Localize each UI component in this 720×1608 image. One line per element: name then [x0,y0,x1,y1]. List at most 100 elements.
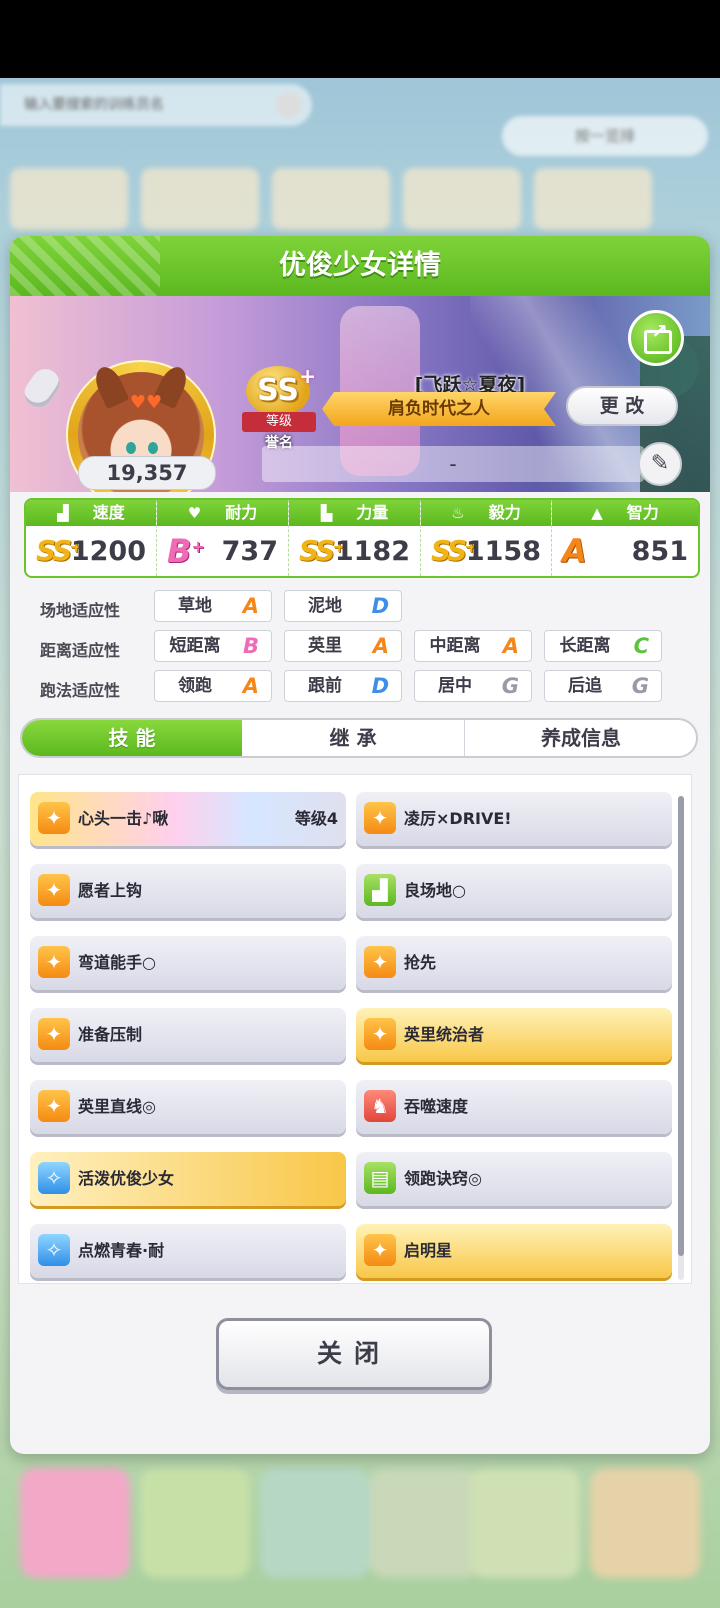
rank-badge: SS + 等级 誉名 [242,364,318,454]
skill-sparkle-icon: ✧ [38,1162,70,1194]
stat-label: 智力 [626,503,659,522]
background-card [10,168,128,230]
stat-label: 速度 [92,503,125,522]
stat-speed: ▟ 速度 SS+ 1200 [26,500,157,576]
skill-speed-icon: ✦ [364,1018,396,1050]
stat-guts: ♨ 毅力 SS+ 1158 [421,500,552,576]
aptitude-pace-chaser: 跟前 D [284,670,402,702]
stat-header: ▲ 智力 [552,500,698,526]
skill-item[interactable]: ✦ 心头一击♪啾 等级4 [30,792,346,846]
stat-value: 1200 [70,536,146,567]
skill-speed-icon: ✦ [38,1018,70,1050]
fan-count: 19,357 [78,456,216,490]
aptitude-turf: 草地 A [154,590,272,622]
background-nav-item [260,1468,370,1578]
carrot-icon [19,363,65,413]
graduation-cap-icon: ▲ [591,504,603,522]
skill-item[interactable]: ✦ 抢先 [356,936,672,990]
background-nav-item [470,1468,580,1578]
background-search-bar: 输入要搜索的训练员名 [0,84,312,126]
skill-speed-icon: ✦ [38,946,70,978]
dialog-title: 优俊少女详情 [279,250,441,281]
header-pattern [10,236,160,296]
stat-value: 1158 [465,536,541,567]
shoe-icon: ▟ [57,504,69,522]
memo-field: - [262,446,644,482]
scrollbar-thumb[interactable] [678,796,684,1256]
avatar-eye [126,442,136,454]
skill-speed-icon: ✦ [38,874,70,906]
stat-value: 851 [631,536,688,567]
background-sort-button: 按一览排 [502,116,708,156]
tab-training-info[interactable]: 养成信息 [464,720,696,756]
tab-skills[interactable]: 技 能 [22,720,242,756]
aptitude-front-runner: 领跑 A [154,670,272,702]
skill-list-scrollbar[interactable] [678,796,684,1280]
background-card [403,168,521,230]
stat-stamina: ♥ 耐力 B+ 737 [157,500,289,576]
aptitude-long: 长距离 C [544,630,662,662]
tab-inheritance[interactable]: 继 承 [242,720,464,756]
background-nav-item [20,1468,130,1578]
background-card [534,168,652,230]
stat-power: ▙ 力量 SS+ 1182 [289,500,421,576]
stat-header: ▙ 力量 [289,500,420,526]
skill-item[interactable]: ✧ 活泼优俊少女 [30,1152,346,1206]
skill-item[interactable]: ✦ 英里统治者 [356,1008,672,1062]
stat-label: 毅力 [488,503,521,522]
heart-sunglasses-icon: ♥♥ [129,392,163,413]
skill-item[interactable]: ✦ 启明星 [356,1224,672,1278]
skill-speed-icon: ✦ [38,1090,70,1122]
close-button[interactable]: 关闭 [216,1318,492,1390]
skill-item[interactable]: ▤ 领跑诀窍◎ [356,1152,672,1206]
stat-value: 1182 [334,536,410,567]
background-card [272,168,390,230]
stat-label: 耐力 [225,503,258,522]
skill-item[interactable]: ✧ 点燃青春·耐 [30,1224,346,1278]
background-bottom-nav [0,1455,720,1608]
honor-title: 肩负时代之人 [322,392,556,426]
skill-item[interactable]: ✦ 弯道能手○ [30,936,346,990]
aptitude-medium: 中距离 A [414,630,532,662]
skill-recovery-icon: ▟ [364,874,396,906]
background-nav-item [140,1468,250,1578]
aptitude-short: 短距离 B [154,630,272,662]
skill-speed-icon: ✦ [364,802,396,834]
share-button[interactable]: ↗ [628,310,684,366]
rank-ribbon: 等级 [242,412,316,432]
background-card [141,168,259,230]
skill-item[interactable]: ▟ 良场地○ [356,864,672,918]
change-title-button[interactable]: 更 改 [566,386,678,426]
skill-item[interactable]: ✦ 准备压制 [30,1008,346,1062]
stats-panel: ▟ 速度 SS+ 1200 ♥ 耐力 B+ 737 ▙ 力量 SS+ 1182 ♨ 毅力 SS… [24,498,700,578]
skill-item[interactable]: ✦ 英里直线◎ [30,1080,346,1134]
edit-memo-button[interactable]: ✎ [638,442,682,486]
style-aptitude-label: 跑法适应性 [40,681,121,700]
skill-speed-icon: ✦ [364,1234,396,1266]
detail-tabs: 技 能 继 承 养成信息 [20,718,698,758]
stat-grade: A [562,532,587,570]
aptitude-late-surger: 居中 G [414,670,532,702]
skill-item[interactable]: ✦ 凌厉×DRIVE! [356,792,672,846]
stat-label: 力量 [356,503,389,522]
background-search-icon [276,92,302,118]
status-bar [0,0,720,78]
avatar-eye [148,442,158,454]
muscle-icon: ▙ [320,504,333,522]
heart-icon: ♥ [187,504,202,522]
dialog-header: 优俊少女详情 [10,236,710,296]
skill-sparkle-icon: ✧ [38,1234,70,1266]
skill-scroll-icon: ▤ [364,1162,396,1194]
skill-item[interactable]: ♞ 吞噬速度 [356,1080,672,1134]
aptitude-mile: 英里 A [284,630,402,662]
share-arrow-icon: ↗ [651,319,668,343]
background-card-row [10,168,710,238]
aptitude-dirt: 泥地 D [284,590,402,622]
skill-speed-icon: ✦ [38,802,70,834]
aptitude-end-closer: 后追 G [544,670,662,702]
skill-level: 等级4 [294,809,338,828]
skill-debuff-icon: ♞ [364,1090,396,1122]
distance-aptitude-label: 距离适应性 [40,641,121,660]
skill-item[interactable]: ✦ 愿者上钩 [30,864,346,918]
stat-grade: B+ [167,532,205,570]
